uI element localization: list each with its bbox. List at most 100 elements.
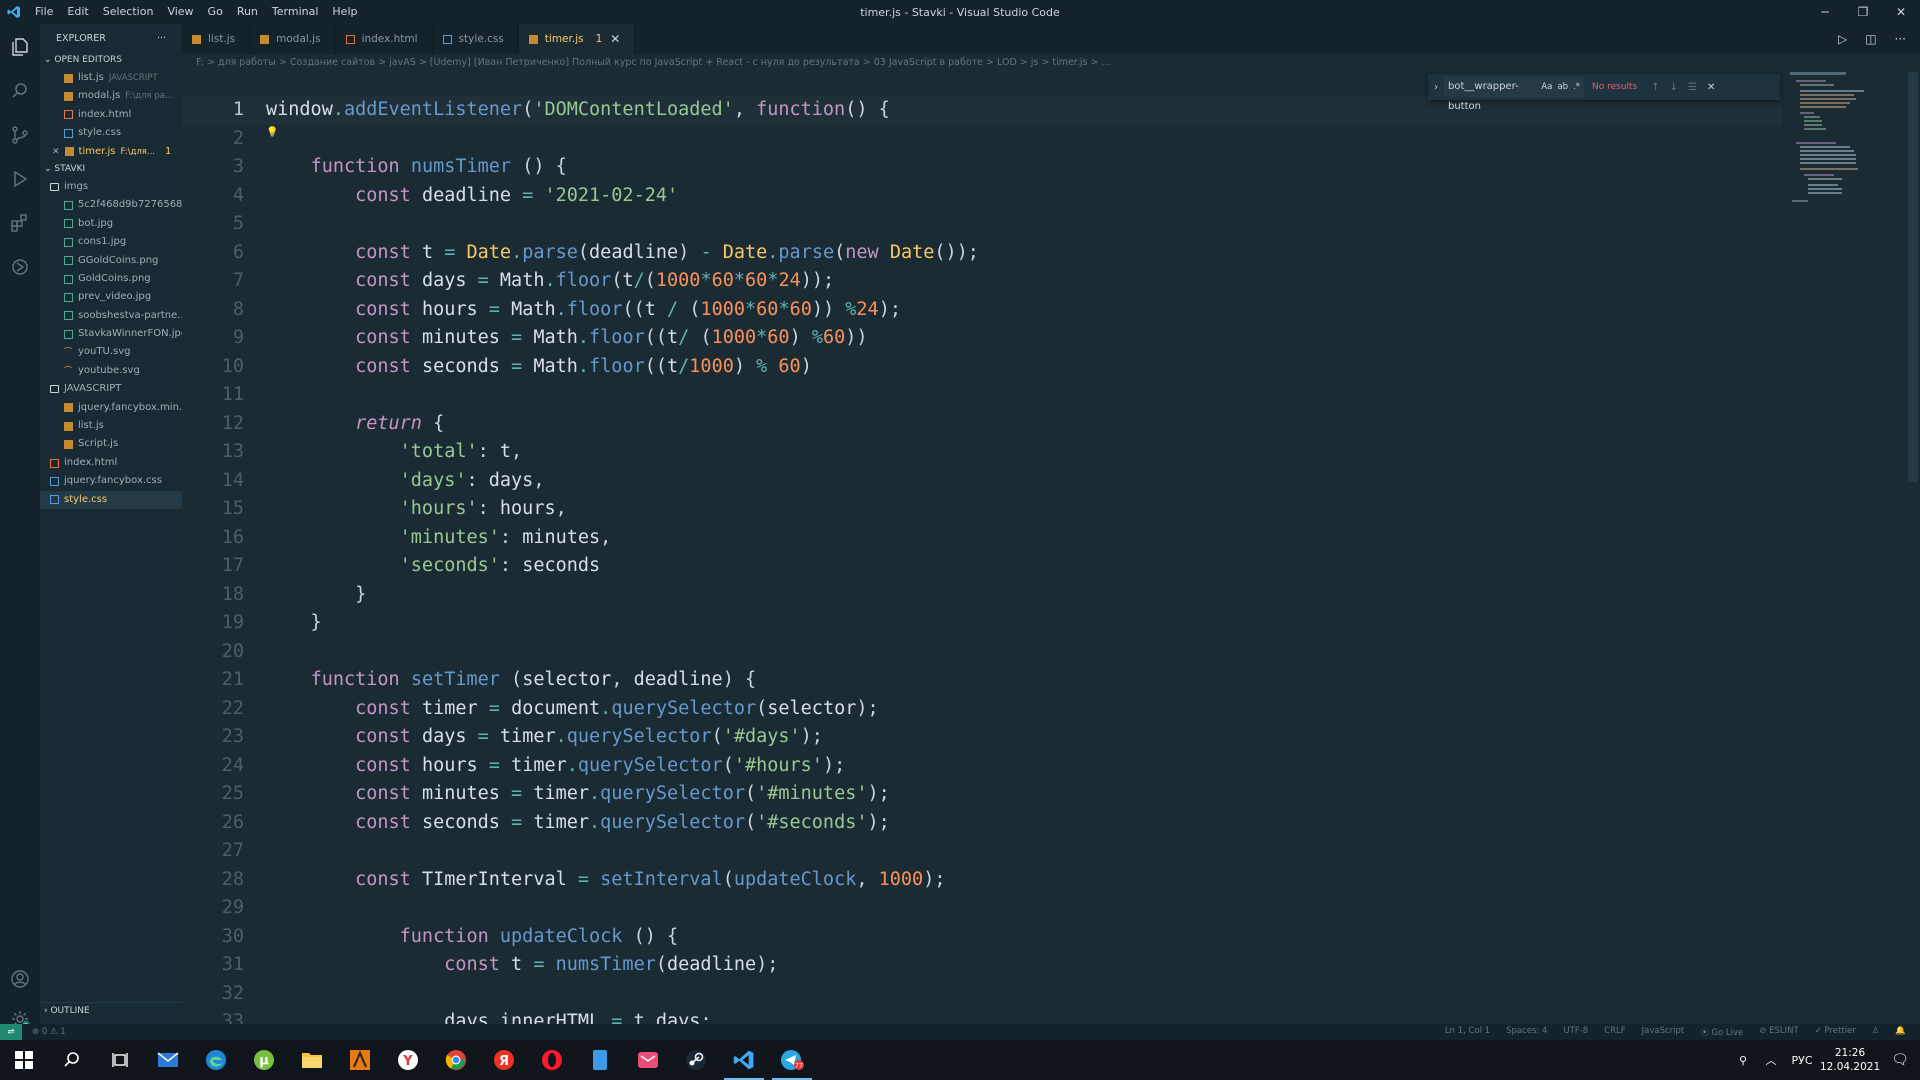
- account-icon[interactable]: [0, 960, 40, 998]
- previous-match-icon[interactable]: ↑: [1651, 82, 1659, 93]
- code-line[interactable]: 19 }: [182, 609, 1782, 638]
- tab-index-html[interactable]: index.html: [336, 24, 433, 54]
- mail-client-icon[interactable]: [624, 1040, 672, 1080]
- code-line[interactable]: 27: [182, 837, 1782, 866]
- extensions-icon[interactable]: [0, 204, 40, 242]
- code-line[interactable]: 5: [182, 210, 1782, 239]
- file-item[interactable]: jquery.fancybox.min.js: [40, 399, 182, 417]
- orange-app-icon[interactable]: [336, 1040, 384, 1080]
- file-item[interactable]: ⌒ youTU.svg: [40, 343, 182, 361]
- file-item[interactable]: style.css: [40, 490, 182, 509]
- status-item[interactable]: UTF-8: [1563, 1026, 1588, 1038]
- remote-indicator-icon[interactable]: ⇌: [0, 1024, 22, 1040]
- file-item[interactable]: list.js: [40, 417, 182, 435]
- yandex-browser-icon[interactable]: Я: [480, 1040, 528, 1080]
- start-button[interactable]: [0, 1040, 48, 1080]
- status-item[interactable]: ⦿ Go Live: [1700, 1026, 1743, 1038]
- code-line[interactable]: 8 const hours = Math.floor((t / (1000*60…: [182, 296, 1782, 325]
- code-line[interactable]: 7 const days = Math.floor(t/(1000*60*60*…: [182, 267, 1782, 296]
- status-item[interactable]: JavaScript: [1642, 1026, 1685, 1038]
- clock[interactable]: 21:26 12.04.2021: [1820, 1046, 1880, 1074]
- open-editor-item[interactable]: modal.js F:\для ра...: [40, 87, 182, 105]
- menu-go[interactable]: Go: [201, 0, 230, 24]
- tab-modal-js[interactable]: modal.js: [250, 24, 336, 54]
- code-line[interactable]: 3 function numsTimer () {: [182, 153, 1782, 182]
- open-editor-item[interactable]: list.js JAVASCRIPT: [40, 69, 182, 87]
- code-line[interactable]: 26 const seconds = timer.querySelector('…: [182, 809, 1782, 838]
- tab-style-css[interactable]: style.css: [433, 24, 519, 54]
- outline-section[interactable]: › OUTLINE: [40, 1002, 182, 1019]
- split-editor-icon[interactable]: ◫: [1865, 32, 1876, 46]
- more-actions-icon[interactable]: ···: [157, 33, 166, 44]
- show-hidden-icons-icon[interactable]: ︿: [1758, 1052, 1784, 1068]
- minimize-button[interactable]: ─: [1806, 0, 1844, 24]
- code-line[interactable]: 6 const t = Date.parse(deadline) - Date.…: [182, 239, 1782, 268]
- code-line[interactable]: 9 const minutes = Math.floor((t/ (1000*6…: [182, 324, 1782, 353]
- file-item[interactable]: prev_video.jpg: [40, 288, 182, 306]
- people-icon[interactable]: ⚲: [1728, 1054, 1758, 1067]
- code-line[interactable]: 4 const deadline = '2021-02-24': [182, 182, 1782, 211]
- match-whole-word-toggle[interactable]: ab: [1557, 77, 1568, 97]
- code-line[interactable]: 16 'minutes': minutes,: [182, 524, 1782, 553]
- file-item[interactable]: cons1.jpg: [40, 233, 182, 251]
- close-editor-icon[interactable]: ✕: [52, 143, 60, 161]
- find-in-selection-icon[interactable]: ☰: [1688, 82, 1697, 93]
- open-editor-item[interactable]: ✕ timer.js F:\для... 1: [40, 143, 182, 161]
- file-item[interactable]: GoldCoins.png: [40, 270, 182, 288]
- taskbar-search-icon[interactable]: [48, 1040, 96, 1080]
- code-line[interactable]: 31 const t = numsTimer(deadline);: [182, 951, 1782, 980]
- file-item[interactable]: StavkaWinnerFON.jpg: [40, 325, 182, 343]
- tab-timer-js[interactable]: timer.js 1 ✕: [518, 24, 636, 54]
- folder-item[interactable]: JAVASCRIPT: [40, 380, 182, 398]
- toggle-replace-icon[interactable]: ›: [1428, 82, 1444, 93]
- input-language[interactable]: РУС: [1784, 1054, 1820, 1067]
- restore-button[interactable]: ❐: [1844, 0, 1882, 24]
- minimap[interactable]: [1790, 72, 1900, 222]
- more-editor-actions-icon[interactable]: ···: [1895, 32, 1906, 46]
- code-line[interactable]: 30 function updateClock () {: [182, 923, 1782, 952]
- run-file-icon[interactable]: ▷: [1838, 32, 1847, 46]
- menu-terminal[interactable]: Terminal: [265, 0, 326, 24]
- file-item[interactable]: jquery.fancybox.css: [40, 472, 182, 490]
- find-input[interactable]: bot__wrapper-button Aa ab .*: [1444, 77, 1584, 112]
- file-item[interactable]: bot.jpg: [40, 215, 182, 233]
- mail-app-icon[interactable]: [144, 1040, 192, 1080]
- utorrent-icon[interactable]: µ: [240, 1040, 288, 1080]
- status-item[interactable]: ✓ Prettier: [1815, 1026, 1856, 1038]
- use-regex-toggle[interactable]: .*: [1573, 77, 1580, 97]
- code-line[interactable]: 21 function setTimer (selector, deadline…: [182, 666, 1782, 695]
- code-line[interactable]: 20: [182, 638, 1782, 667]
- vscode-taskbar-icon[interactable]: [720, 1040, 768, 1080]
- open-editors-section[interactable]: ⌄ OPEN EDITORS: [40, 52, 182, 69]
- breadcrumb[interactable]: F: > для работы > Создание сайтов > javA…: [196, 54, 1111, 72]
- task-view-icon[interactable]: [96, 1040, 144, 1080]
- code-line[interactable]: 28 const TImerInterval = setInterval(upd…: [182, 866, 1782, 895]
- menu-view[interactable]: View: [160, 0, 200, 24]
- code-line[interactable]: 15 'hours': hours,: [182, 495, 1782, 524]
- status-item[interactable]: Spaces: 4: [1506, 1026, 1547, 1038]
- chrome-icon[interactable]: [432, 1040, 480, 1080]
- status-item[interactable]: ⊘ ESLINT: [1759, 1026, 1798, 1038]
- source-control-icon[interactable]: [0, 116, 40, 154]
- edge-browser-icon[interactable]: [192, 1040, 240, 1080]
- open-editor-item[interactable]: style.css: [40, 124, 182, 142]
- yandex-y-icon[interactable]: Y: [384, 1040, 432, 1080]
- code-line[interactable]: 14 'days': days,: [182, 467, 1782, 496]
- folder-item[interactable]: imgs: [40, 178, 182, 196]
- files-app-icon[interactable]: [576, 1040, 624, 1080]
- code-line[interactable]: 11: [182, 381, 1782, 410]
- code-line[interactable]: 10 const seconds = Math.floor((t/1000) %…: [182, 353, 1782, 382]
- lightbulb-icon[interactable]: 💡: [266, 127, 278, 138]
- status-item[interactable]: ♙: [1872, 1026, 1880, 1038]
- run-debug-icon[interactable]: [0, 160, 40, 198]
- file-item[interactable]: ⌒ youtube.svg: [40, 362, 182, 380]
- file-explorer-icon[interactable]: [288, 1040, 336, 1080]
- open-editor-item[interactable]: index.html: [40, 106, 182, 124]
- file-item[interactable]: soobshestva-partne...: [40, 307, 182, 325]
- problems-indicator[interactable]: ⊗ 0 ⚠ 1: [32, 1027, 66, 1037]
- close-window-button[interactable]: ✕: [1882, 0, 1920, 24]
- tab-list-js[interactable]: list.js: [182, 24, 251, 54]
- file-item[interactable]: GGoldCoins.png: [40, 252, 182, 270]
- code-line[interactable]: 24 const hours = timer.querySelector('#h…: [182, 752, 1782, 781]
- code-line[interactable]: 25 const minutes = timer.querySelector('…: [182, 780, 1782, 809]
